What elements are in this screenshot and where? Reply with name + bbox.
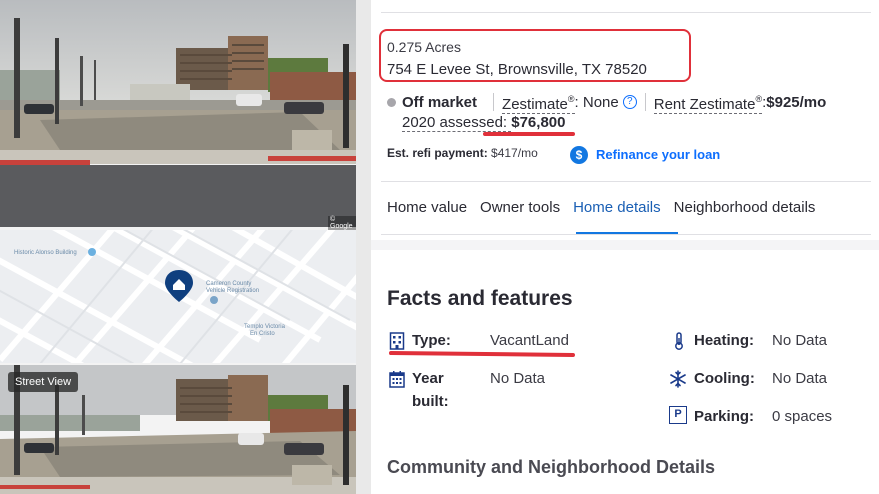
assessed-value: $76,800 (511, 114, 566, 131)
map-poi-top: Historic Alonso Building (14, 250, 77, 256)
street-photo-main[interactable] (0, 0, 356, 227)
cooling-label: Cooling: (694, 370, 755, 387)
type-label: Type: (412, 332, 451, 349)
cooling-value: No Data (772, 370, 828, 387)
map-poi-right-2: Vehicle Registration (206, 288, 259, 294)
street-view-label[interactable]: Street View (8, 372, 79, 392)
divider (381, 12, 871, 13)
thermometer-icon (675, 332, 683, 350)
tab-owner-tools[interactable]: Owner tools (480, 199, 560, 216)
zestimate-text: Zestimate (502, 95, 568, 113)
heating-label: Heating: (694, 332, 754, 349)
type-underline-annotation (388, 351, 576, 357)
refinance-link[interactable]: Refinance your loan (596, 147, 720, 162)
assessed-label[interactable]: 2020 assessed: (402, 114, 512, 132)
rent-zestimate-value: $925/mo (766, 93, 827, 111)
divider (381, 181, 871, 182)
dollar-icon[interactable]: $ (570, 146, 588, 164)
divider (644, 93, 646, 112)
parking-value: 0 spaces (772, 408, 833, 425)
calendar-icon (389, 371, 405, 388)
parking-icon: P (669, 406, 687, 424)
assessed-underline-annotation (483, 132, 575, 136)
help-icon[interactable]: ? (622, 95, 637, 110)
rent-text: Rent Zestimate (653, 95, 756, 113)
tab-home-details[interactable]: Home details (573, 199, 661, 216)
refi-label: Est. refi payment: (387, 146, 488, 160)
parking-label: Parking: (694, 408, 755, 425)
building-icon (389, 332, 405, 350)
location-map[interactable]: Historic Alonso Building Cameron County … (0, 230, 356, 363)
map-poi-bottom-1: Templo Victoria (244, 324, 286, 330)
lot-size: 0.275 Acres (387, 39, 461, 55)
community-section-title: Community and Neighborhood Details (387, 457, 716, 477)
tab-home-value[interactable]: Home value (387, 199, 467, 216)
map-poi-bottom-2: En Cristo (250, 331, 275, 337)
google-credit: © Google (328, 216, 356, 230)
year-built-label-2: built: (412, 393, 449, 410)
year-built-label-1: Year (412, 370, 444, 387)
assessed-row: 2020 assessed: $76,800 (402, 114, 566, 132)
media-column: © Google Historic Alonso Building Camero… (0, 0, 356, 494)
refi-amount: $417/mo (487, 146, 538, 160)
zestimate-label[interactable]: Zestimate® (502, 91, 575, 114)
refi-row: Est. refi payment: $417/mo (387, 146, 538, 160)
divider (381, 234, 871, 235)
tab-neighborhood-details[interactable]: Neighborhood details (674, 199, 816, 216)
rent-zestimate-label[interactable]: Rent Zestimate® (653, 91, 763, 114)
map-poi-right-1: Cameron County (206, 281, 251, 287)
snowflake-icon (670, 370, 686, 388)
rent-reg: ® (755, 94, 763, 104)
facts-title: Facts and features (387, 287, 573, 310)
zestimate-reg: ® (567, 94, 575, 104)
status-row: Off market Zestimate®: None? Rent Zestimat… (387, 91, 827, 114)
divider (493, 93, 495, 112)
year-built-value: No Data (490, 370, 546, 387)
section-gap (371, 240, 879, 250)
status-off-market: Off market (402, 93, 478, 111)
property-address: 754 E Levee St, Brownsville, TX 78520 (387, 61, 647, 78)
detail-tabs: Home value Owner tools Home details Neighbo… (387, 199, 828, 216)
status-dot-icon (387, 97, 396, 107)
zestimate-value: : None (574, 93, 619, 111)
type-value: VacantLand (490, 332, 569, 349)
heating-value: No Data (772, 332, 828, 349)
property-details-panel: 0.275 Acres 754 E Levee St, Brownsville,… (371, 0, 879, 494)
